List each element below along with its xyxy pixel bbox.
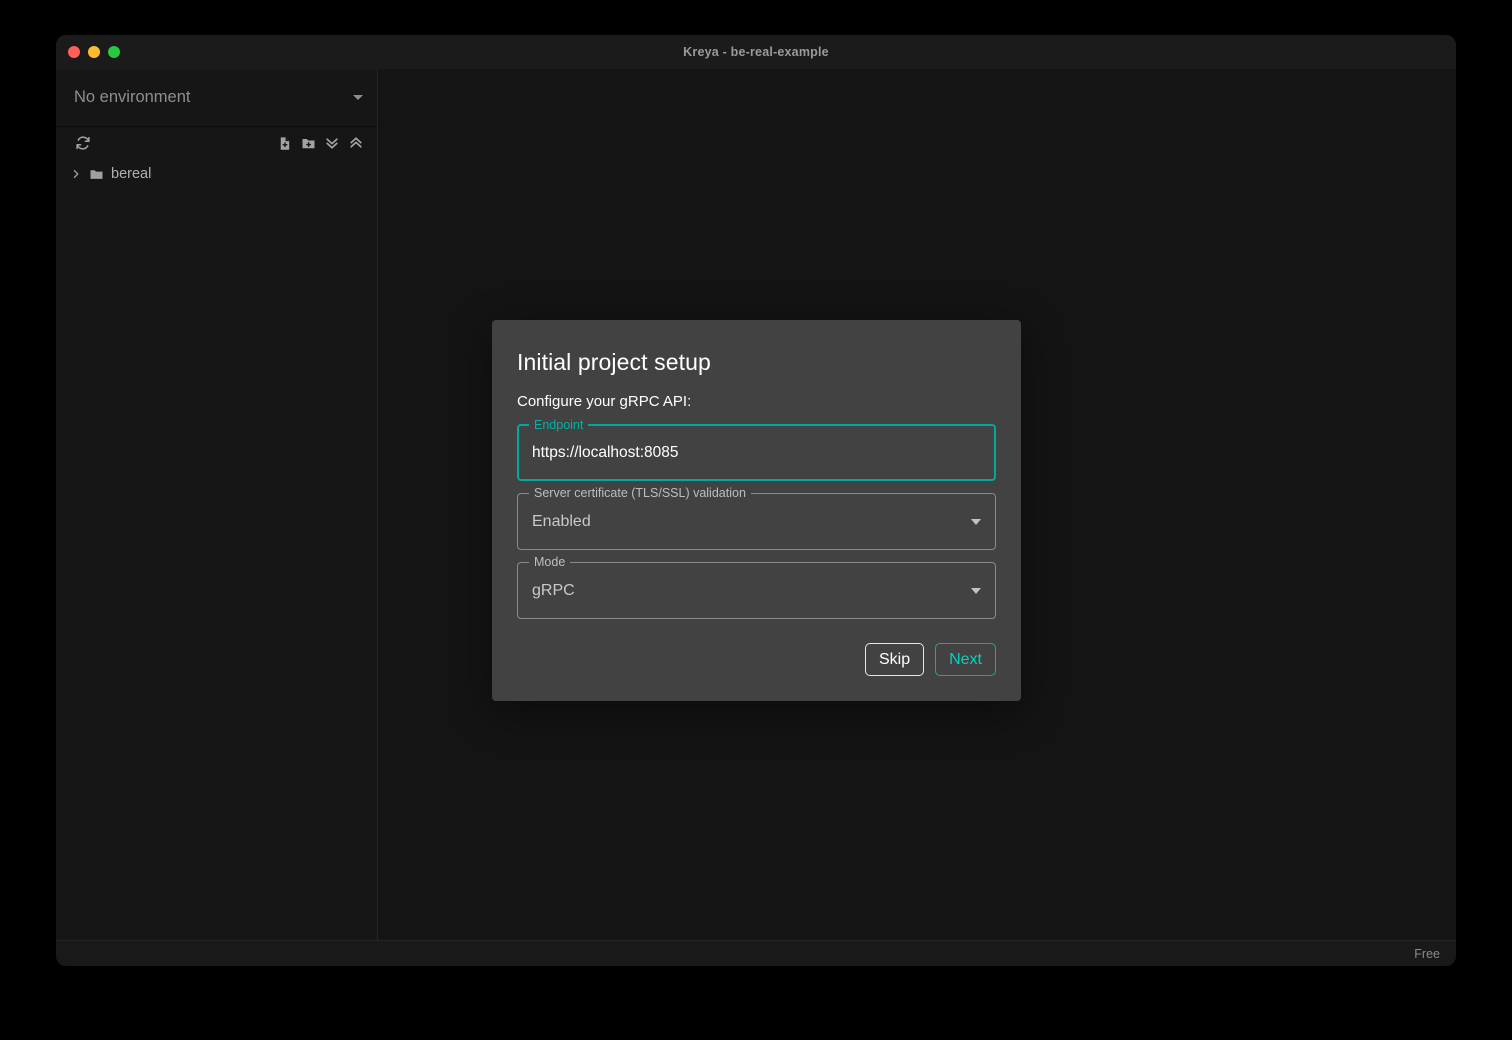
initial-project-setup-dialog: Initial project setup Configure your gRP… [492,320,1021,701]
skip-button[interactable]: Skip [864,643,925,676]
environment-selector[interactable]: No environment [56,69,377,127]
minimize-window-button[interactable] [88,46,100,58]
request-tree: bereal [56,159,377,940]
new-file-icon[interactable] [273,132,295,154]
dialog-title: Initial project setup [517,349,711,375]
chevron-down-icon[interactable] [971,518,981,525]
title-bar: Kreya - be-real-example [56,35,1456,69]
chevron-down-icon [353,95,363,100]
expand-all-icon[interactable] [345,132,367,154]
list-item-label: bereal [111,166,152,182]
status-bar: Free [56,940,1456,966]
tls-validation-select[interactable]: Server certificate (TLS/SSL) validation … [517,486,996,550]
maximize-window-button[interactable] [108,46,120,58]
dialog-actions: Skip Next [517,643,996,676]
collapse-all-icon[interactable] [321,132,343,154]
endpoint-field-label: Endpoint [529,418,589,433]
mode-select[interactable]: Mode gRPC [517,555,996,619]
tree-toolbar [56,127,377,159]
endpoint-input[interactable]: https://localhost:8085 [532,444,981,462]
dialog-subtitle: Configure your gRPC API: [517,393,692,410]
chevron-right-icon[interactable] [70,168,82,180]
tls-validation-label: Server certificate (TLS/SSL) validation [529,486,751,501]
application-window: Kreya - be-real-example No environment b… [56,35,1456,966]
window-body: No environment bereal Initial project se… [56,69,1456,940]
main-content-area: Initial project setup Configure your gRP… [378,69,1456,940]
mode-value: gRPC [532,581,575,599]
close-window-button[interactable] [68,46,80,58]
new-folder-icon[interactable] [297,132,319,154]
endpoint-field[interactable]: Endpoint https://localhost:8085 [517,418,996,481]
folder-icon [89,167,104,182]
plan-status-label: Free [1414,946,1440,961]
sidebar: No environment bereal [56,69,378,940]
list-item[interactable]: bereal [56,161,377,187]
chevron-down-icon[interactable] [971,587,981,594]
tls-validation-value: Enabled [532,512,591,530]
mode-label: Mode [529,555,571,570]
environment-selector-label: No environment [74,88,191,106]
window-controls [68,35,120,69]
window-title: Kreya - be-real-example [683,45,829,59]
next-button[interactable]: Next [935,643,996,676]
refresh-icon[interactable] [72,132,94,154]
